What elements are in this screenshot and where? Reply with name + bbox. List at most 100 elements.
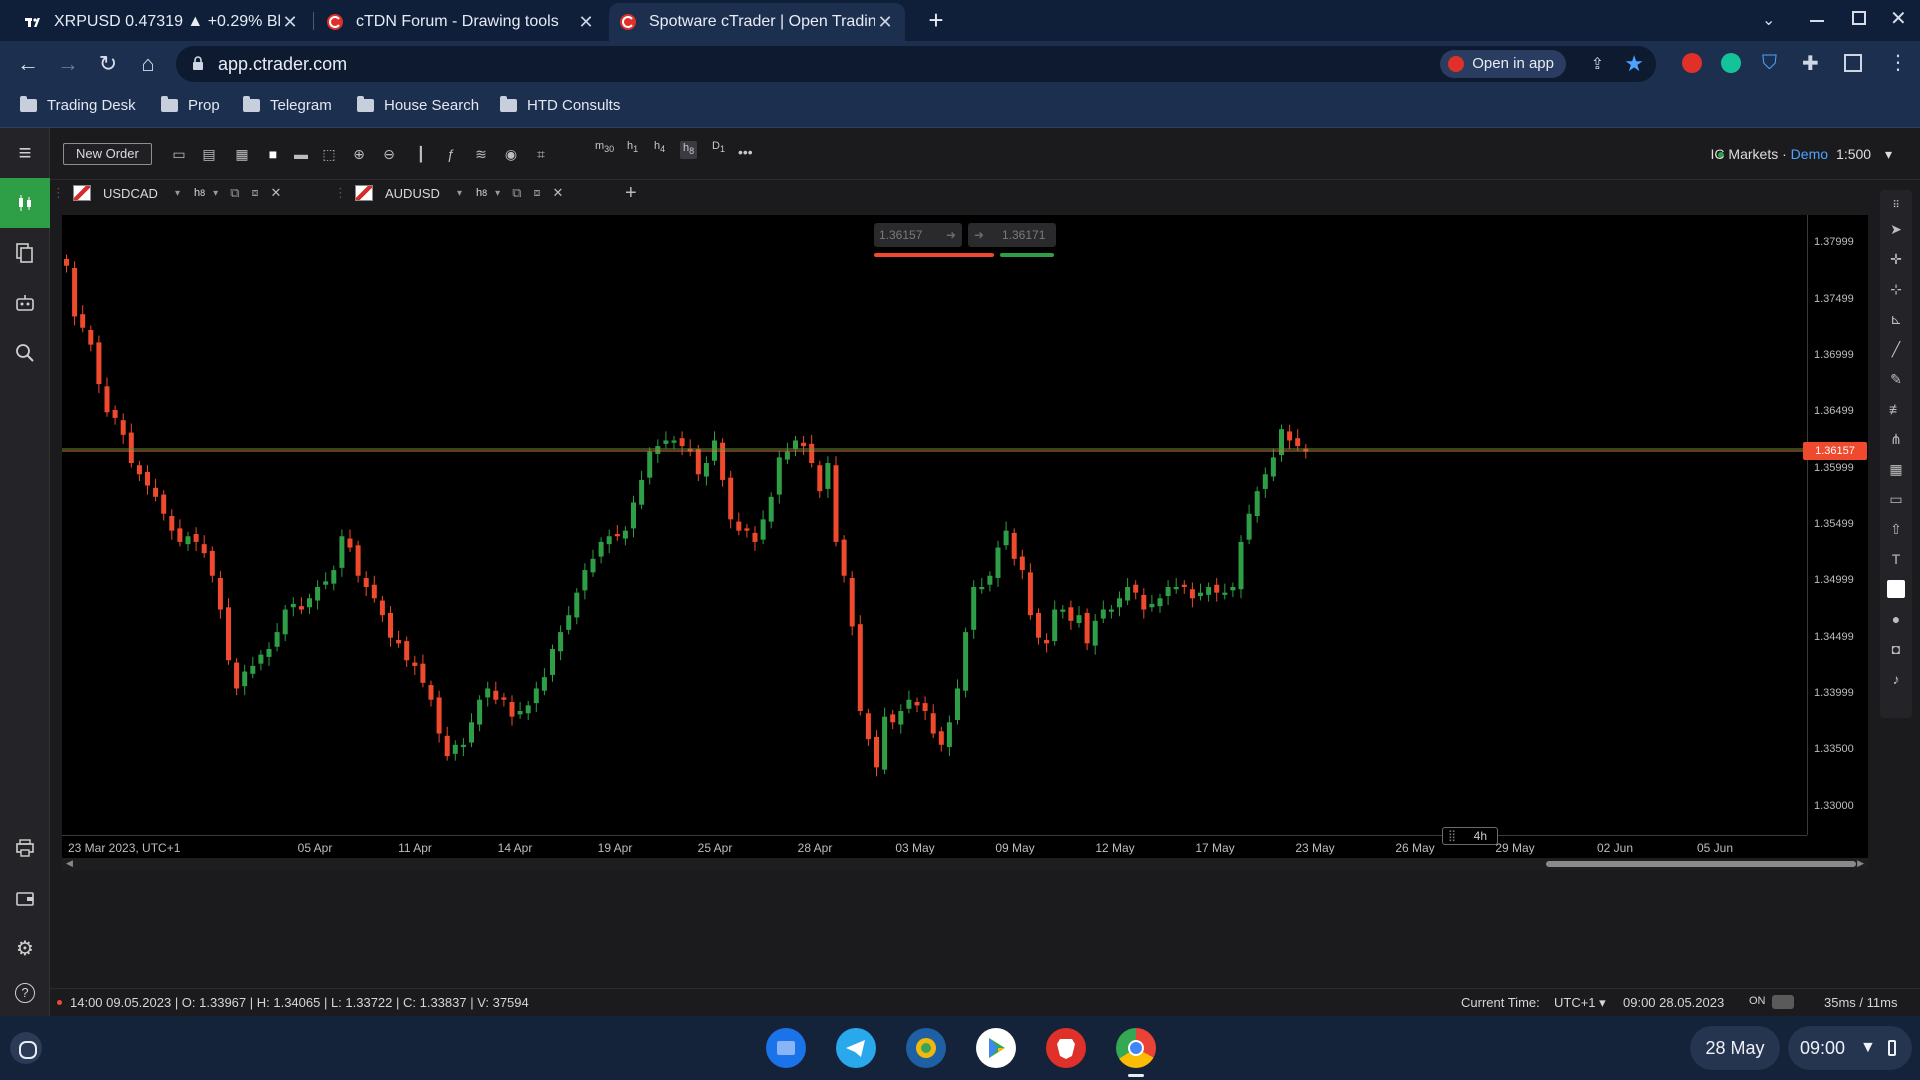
candle-body[interactable] xyxy=(874,736,879,768)
candle-body[interactable] xyxy=(841,539,847,576)
candle-body[interactable] xyxy=(104,386,110,413)
candle-body[interactable] xyxy=(849,577,855,627)
scroll-right-icon[interactable]: ▶ xyxy=(1857,858,1864,869)
close-icon[interactable]: ✕ xyxy=(271,185,282,201)
candle-body[interactable] xyxy=(485,688,491,698)
brave-icon[interactable] xyxy=(1046,1028,1086,1068)
timeframe-d1[interactable]: D1 xyxy=(712,141,725,155)
horizontal-scrollbar[interactable]: ◀ ▶ xyxy=(62,858,1868,870)
candle-body[interactable] xyxy=(420,663,426,683)
address-bar[interactable]: app.ctrader.com Open in app ⇪ ★ xyxy=(176,46,1656,82)
bookmark-folder[interactable]: Trading Desk xyxy=(20,96,136,114)
candle-body[interactable] xyxy=(582,570,588,591)
candle-body[interactable] xyxy=(444,735,450,757)
candle-body[interactable] xyxy=(1076,615,1082,624)
candle-body[interactable] xyxy=(1003,530,1009,546)
candle-body[interactable] xyxy=(193,534,199,542)
candle-body[interactable] xyxy=(533,688,539,704)
settings-gear-icon[interactable]: ⚙ xyxy=(0,923,50,973)
candle-body[interactable] xyxy=(1027,572,1033,616)
browser-tab[interactable]: cTDN Forum - Drawing tools ✕ xyxy=(316,3,606,41)
candle-body[interactable] xyxy=(1181,584,1187,587)
candle-body[interactable] xyxy=(282,609,288,635)
candle-body[interactable] xyxy=(1254,491,1260,516)
candle-body[interactable] xyxy=(1246,513,1252,540)
candle-body[interactable] xyxy=(1141,594,1147,610)
candle-body[interactable] xyxy=(541,677,547,691)
candle-body[interactable] xyxy=(226,607,231,661)
candle-body[interactable] xyxy=(865,713,871,740)
candle-body[interactable] xyxy=(1133,584,1139,593)
candle-body[interactable] xyxy=(1230,587,1236,591)
candle-body[interactable] xyxy=(971,587,977,630)
candle-body[interactable] xyxy=(606,536,612,545)
single-layout-icon[interactable]: ■ xyxy=(262,144,284,164)
bookmark-folder[interactable]: Prop xyxy=(161,96,220,114)
zoom-in-icon[interactable]: ⊕ xyxy=(348,144,370,164)
candle-body[interactable] xyxy=(274,632,280,647)
candle-body[interactable] xyxy=(460,744,466,748)
arrow-up-icon[interactable]: ⇧ xyxy=(1887,520,1905,538)
candle-body[interactable] xyxy=(558,632,564,652)
automate-robot-icon[interactable] xyxy=(0,278,50,328)
candle-body[interactable] xyxy=(1060,609,1066,612)
candlestick-type-icon[interactable]: ┃ xyxy=(410,144,432,164)
candle-body[interactable] xyxy=(1149,603,1155,608)
cursor-arrow-icon[interactable]: ➤ xyxy=(1887,220,1905,238)
candle-body[interactable] xyxy=(550,649,555,675)
candle-body[interactable] xyxy=(1011,532,1017,559)
candle-body[interactable] xyxy=(631,502,636,529)
minimize-icon[interactable] xyxy=(1810,20,1824,22)
zoom-out-icon[interactable]: ⊖ xyxy=(378,144,400,164)
candle-body[interactable] xyxy=(930,713,936,734)
candle-body[interactable] xyxy=(234,662,240,689)
candle-body[interactable] xyxy=(801,442,807,447)
trade-candles-icon[interactable] xyxy=(0,178,50,228)
bookmark-folder[interactable]: HTD Consults xyxy=(500,96,620,114)
new-order-button[interactable]: New Order xyxy=(63,143,152,165)
candle-body[interactable] xyxy=(1125,587,1131,601)
browser-tab[interactable]: XRPUSD 0.47319 ▲ +0.29% Blac ✕ xyxy=(14,3,310,41)
candle-body[interactable] xyxy=(250,665,256,674)
candle-body[interactable] xyxy=(1214,584,1220,593)
candle-body[interactable] xyxy=(80,314,86,328)
candle-body[interactable] xyxy=(266,649,272,657)
bookmark-folder[interactable]: Telegram xyxy=(243,96,332,114)
pitchfork-icon[interactable]: ⋔ xyxy=(1887,430,1905,448)
candle-body[interactable] xyxy=(987,575,993,585)
candle-body[interactable] xyxy=(307,598,312,608)
reload-icon[interactable]: ↻ xyxy=(94,50,122,78)
candle-body[interactable] xyxy=(169,515,175,531)
eye-icon[interactable]: ◉ xyxy=(500,144,522,164)
drag-handle-icon[interactable]: ⋮ xyxy=(334,185,347,201)
timezone-selector[interactable]: UTC+1 ▾ xyxy=(1554,995,1606,1011)
candle-body[interactable] xyxy=(906,699,912,709)
price-axis[interactable]: 1.37999 1.37499 1.36999 1.36499 1.35999 1.354… xyxy=(1807,215,1868,835)
candle-body[interactable] xyxy=(695,449,701,475)
candle-body[interactable] xyxy=(679,438,685,447)
candle-body[interactable] xyxy=(298,606,304,610)
chevron-down-icon[interactable]: ▾ xyxy=(495,188,500,199)
candle-body[interactable] xyxy=(509,701,515,717)
candle-body[interactable] xyxy=(1165,587,1171,597)
candle-body[interactable] xyxy=(598,541,604,557)
candle-body[interactable] xyxy=(88,329,94,345)
printer-icon[interactable] xyxy=(0,823,50,873)
candle-body[interactable] xyxy=(153,487,159,497)
launcher-icon[interactable] xyxy=(10,1032,42,1064)
timeframe-h4[interactable]: h4 xyxy=(654,141,665,155)
files-icon[interactable] xyxy=(766,1028,806,1068)
candle-body[interactable] xyxy=(1262,474,1268,489)
restore-icon[interactable] xyxy=(1852,11,1866,25)
candlestick-plot[interactable] xyxy=(62,215,1807,835)
candle-body[interactable] xyxy=(574,592,580,618)
candle-body[interactable] xyxy=(825,463,831,489)
candle-body[interactable] xyxy=(72,267,78,317)
candle-body[interactable] xyxy=(1036,612,1041,638)
more-timeframes-button[interactable]: ••• xyxy=(738,145,753,159)
browser-tab-active[interactable]: Spotware cTrader | Open Trading ✕ xyxy=(609,3,905,41)
drag-handle-icon[interactable]: ⋮ xyxy=(52,185,65,201)
candle-body[interactable] xyxy=(760,519,766,540)
candle-body[interactable] xyxy=(1084,612,1090,644)
candle-body[interactable] xyxy=(1117,598,1122,608)
